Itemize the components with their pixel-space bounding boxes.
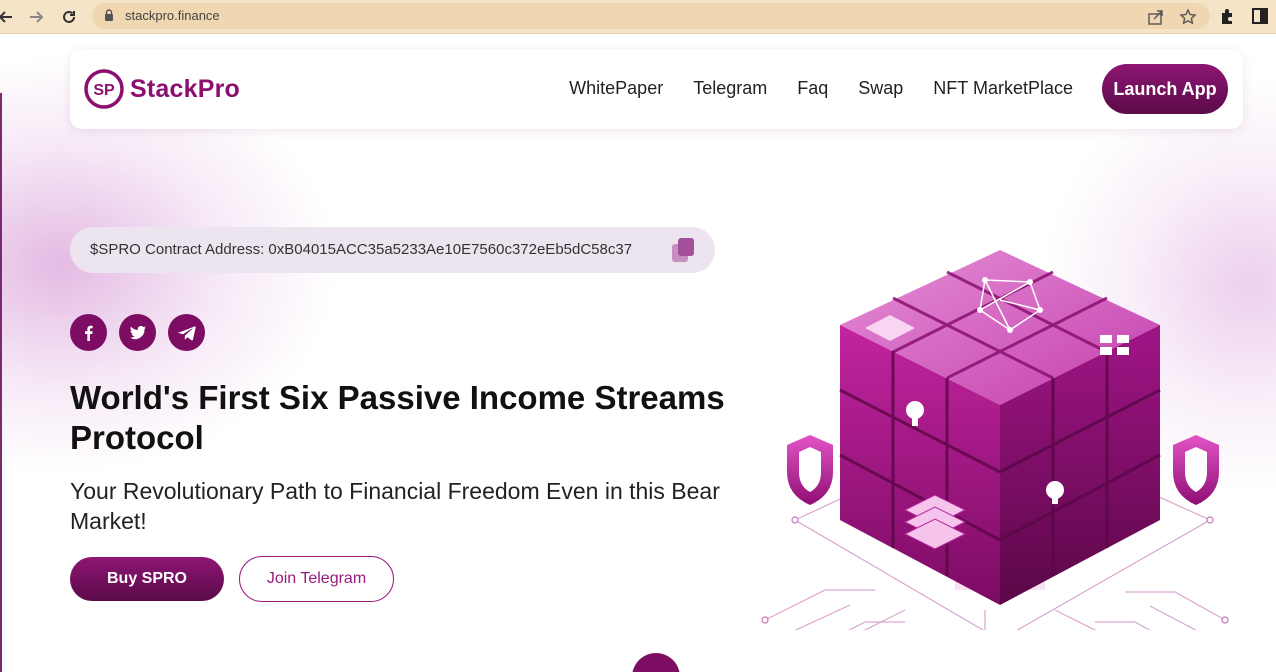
hero-subtitle: Your Revolutionary Path to Financial Fre…	[70, 478, 720, 534]
reload-icon[interactable]	[57, 5, 81, 29]
contract-address-text: $SPRO Contract Address: 0xB04015ACC35a52…	[90, 241, 633, 258]
url-text: stackpro.finance	[125, 8, 220, 23]
hero-title: World's First Six Passive Income Streams…	[70, 379, 725, 456]
twitter-icon[interactable]	[119, 314, 156, 351]
forward-icon[interactable]	[24, 5, 48, 29]
lock-icon	[105, 9, 113, 21]
join-telegram-button[interactable]: Join Telegram	[239, 556, 394, 602]
nav-link-faq[interactable]: Faq	[797, 78, 828, 99]
launch-app-button[interactable]: Launch App	[1102, 64, 1228, 114]
copy-icon[interactable]	[670, 236, 696, 264]
nav-link-whitepaper[interactable]: WhitePaper	[569, 78, 663, 99]
stackpro-logo-icon: SP	[84, 69, 124, 109]
page: SP StackPro WhitePaper Telegram Faq Swap…	[0, 35, 1276, 672]
contract-address-bar: $SPRO Contract Address: 0xB04015ACC35a52…	[70, 227, 715, 273]
address-bar[interactable]: stackpro.finance	[92, 3, 1210, 29]
scroll-down-button[interactable]	[632, 653, 680, 672]
sidebar-icon[interactable]	[1251, 7, 1269, 25]
cube-illustration	[761, 250, 1229, 630]
share-icon[interactable]	[1147, 8, 1165, 26]
logo-text: StackPro	[130, 74, 240, 103]
buy-spro-button[interactable]: Buy SPRO	[70, 557, 224, 601]
nav-link-nft-marketplace[interactable]: NFT MarketPlace	[933, 78, 1073, 99]
nav-link-telegram[interactable]: Telegram	[693, 78, 767, 99]
extensions-icon[interactable]	[1219, 7, 1237, 25]
browser-toolbar: stackpro.finance	[0, 0, 1276, 34]
back-icon[interactable]	[0, 5, 18, 29]
navbar: SP StackPro WhitePaper Telegram Faq Swap…	[70, 49, 1243, 129]
svg-text:SP: SP	[93, 82, 115, 99]
logo[interactable]: SP StackPro	[84, 69, 240, 109]
facebook-icon[interactable]	[70, 314, 107, 351]
telegram-icon[interactable]	[168, 314, 205, 351]
star-icon[interactable]	[1179, 8, 1197, 26]
nav-link-swap[interactable]: Swap	[858, 78, 903, 99]
nav-links: WhitePaper Telegram Faq Swap NFT MarketP…	[539, 78, 1073, 99]
